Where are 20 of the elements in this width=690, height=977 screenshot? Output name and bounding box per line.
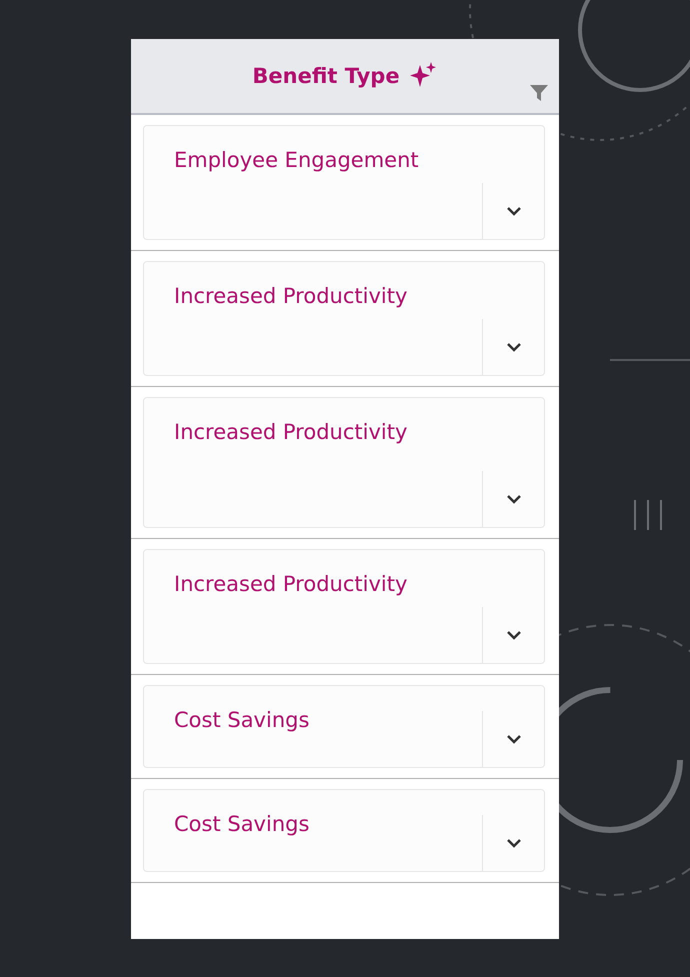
benefit-label: Increased Productivity — [174, 572, 408, 596]
benefit-select-field[interactable]: Increased Productivity — [143, 396, 545, 528]
benefit-label: Cost Savings — [174, 812, 310, 836]
benefit-select-field[interactable]: Employee Engagement — [143, 124, 545, 240]
chevron-down-icon — [506, 838, 522, 848]
chevron-down-icon — [506, 494, 522, 504]
benefit-label: Increased Productivity — [174, 420, 408, 444]
benefit-label: Increased Productivity — [174, 284, 408, 308]
benefit-select-field[interactable]: Cost Savings — [143, 788, 545, 872]
benefit-select-field[interactable]: Cost Savings — [143, 684, 545, 768]
filter-icon[interactable] — [529, 82, 549, 102]
chevron-down-icon — [506, 734, 522, 744]
benefit-label: Cost Savings — [174, 708, 310, 732]
benefit-select-field[interactable]: Increased Productivity — [143, 260, 545, 376]
chevron-down-icon — [506, 630, 522, 640]
chevron-down-icon — [506, 206, 522, 216]
chevron-down-icon — [506, 342, 522, 352]
benefit-select-field[interactable]: Increased Productivity — [143, 548, 545, 664]
column-title: Benefit Type — [252, 64, 400, 88]
benefit-label: Employee Engagement — [174, 148, 419, 172]
